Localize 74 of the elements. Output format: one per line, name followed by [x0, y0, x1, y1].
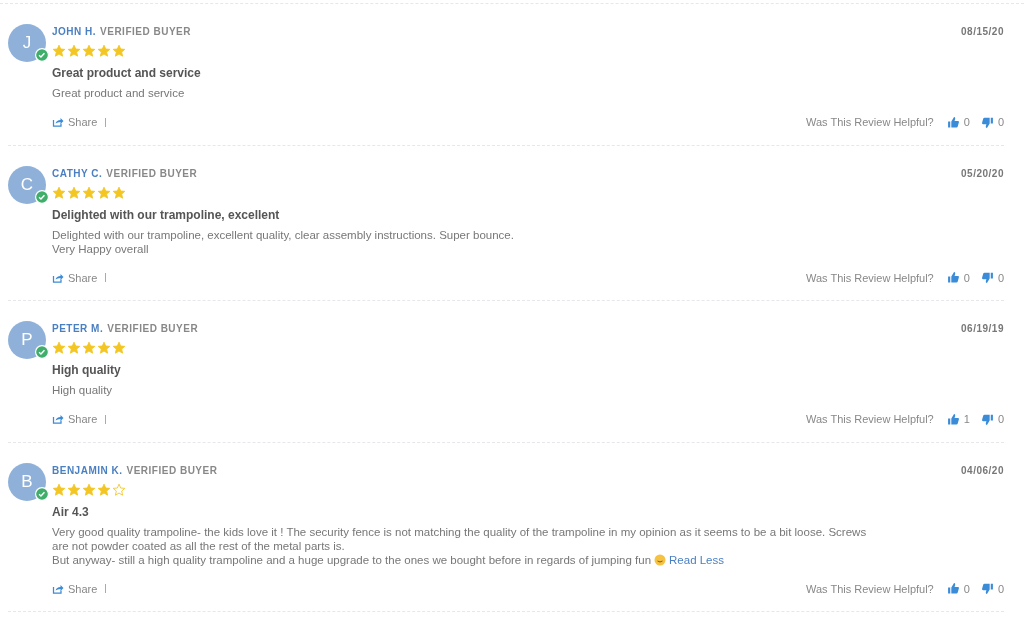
star-icon: [82, 341, 96, 355]
star-icon: [112, 341, 126, 355]
review-text: Very good quality trampoline- the kids love it ! The security fence is not matching the quality of the trampoline in my opinion as it seems to be a bit loose. Screws: [52, 524, 867, 539]
thumbs-up-icon: [946, 412, 960, 426]
read-less-link[interactable]: Read Less: [669, 552, 724, 567]
share-button[interactable]: Share: [52, 411, 98, 428]
share-icon: [52, 413, 64, 426]
review-text: Very Happy overall: [52, 241, 149, 256]
star-icon: [67, 341, 81, 355]
thumbs-up-icon: [946, 115, 960, 129]
review-date: 04/06/20: [961, 463, 1004, 478]
review-text: Delighted with our trampoline, excellent quality, clear assembly instructions. Super bounce.: [52, 227, 514, 242]
thumbs-down-button[interactable]: 0: [980, 411, 1004, 428]
star-icon: [52, 44, 66, 58]
thumbs-up-button[interactable]: 0: [946, 580, 970, 597]
avatar: P: [8, 321, 46, 359]
helpful-question: Was This Review Helpful?: [805, 270, 934, 286]
thumbs-down-button[interactable]: 0: [980, 580, 1004, 597]
reviewer-name: BENJAMIN K.: [52, 463, 123, 478]
thumbs-down-button[interactable]: 0: [980, 269, 1004, 286]
review-title: High quality: [52, 362, 122, 379]
star-icon: [97, 341, 111, 355]
verified-buyer-label: VERIFIED BUYER: [126, 463, 218, 478]
star-icon: [112, 44, 126, 58]
star-icon: [52, 341, 66, 355]
empty-star-icon: [112, 482, 126, 497]
reviewer-name: CATHY C.: [52, 166, 103, 181]
review-title: Air 4.3: [52, 503, 90, 521]
star-icon: [97, 44, 111, 58]
review-text: Great product and service: [52, 86, 185, 100]
thumbs-up-button[interactable]: 0: [946, 269, 970, 286]
thumbs-up-button[interactable]: 1: [946, 411, 970, 428]
star-icon: [97, 482, 111, 497]
share-button[interactable]: Share: [52, 269, 98, 286]
review-title: Delighted with our trampoline, excellent: [52, 206, 281, 224]
verified-buyer-label: VERIFIED BUYER: [100, 25, 191, 39]
review-date: 08/15/20: [961, 25, 1004, 39]
verified-buyer-label: VERIFIED BUYER: [106, 166, 198, 181]
avatar: J: [8, 24, 46, 62]
thumbs-down-icon: [980, 412, 994, 426]
thumbs-down-icon: [980, 115, 994, 129]
share-button[interactable]: Share: [52, 580, 98, 597]
review-text: are not powder coated as all the rest of the metal parts is.: [52, 538, 345, 553]
review-text: High quality: [52, 383, 113, 397]
helpful-question: Was This Review Helpful?: [805, 581, 934, 597]
review-text: But anyway- still a high quality trampoline and a huge upgrade to the ones we bought before in regards of jumping fun: [52, 552, 652, 567]
star-icon: [52, 482, 66, 497]
share-icon: [52, 116, 64, 129]
thumbs-down-button[interactable]: 0: [980, 114, 1004, 131]
verified-buyer-label: VERIFIED BUYER: [107, 322, 199, 336]
thumbs-down-icon: [980, 582, 994, 596]
thumbs-up-button[interactable]: 0: [946, 114, 970, 131]
avatar: C: [8, 165, 46, 204]
helpful-question: Was This Review Helpful?: [805, 412, 934, 427]
share-button[interactable]: Share: [52, 114, 98, 131]
avatar: B: [8, 462, 46, 501]
star-icon: [82, 44, 96, 58]
star-icon: [97, 185, 111, 200]
star-icon: [112, 185, 126, 200]
star-icon: [52, 185, 66, 200]
reviewer-name: JOHN H.: [52, 25, 97, 39]
review-title: Great product and service: [52, 65, 202, 82]
review-date: 05/20/20: [961, 166, 1004, 181]
star-icon: [67, 482, 81, 497]
thumbs-up-icon: [946, 271, 960, 285]
star-icon: [82, 185, 96, 200]
star-icon: [67, 185, 81, 200]
reviewer-name: PETER M.: [52, 322, 104, 336]
review-date: 06/19/19: [961, 322, 1004, 336]
thumbs-up-icon: [946, 582, 960, 596]
helpful-question: Was This Review Helpful?: [805, 115, 934, 130]
star-icon: [82, 482, 96, 497]
thumbs-down-icon: [980, 271, 994, 285]
star-icon: [67, 44, 81, 58]
